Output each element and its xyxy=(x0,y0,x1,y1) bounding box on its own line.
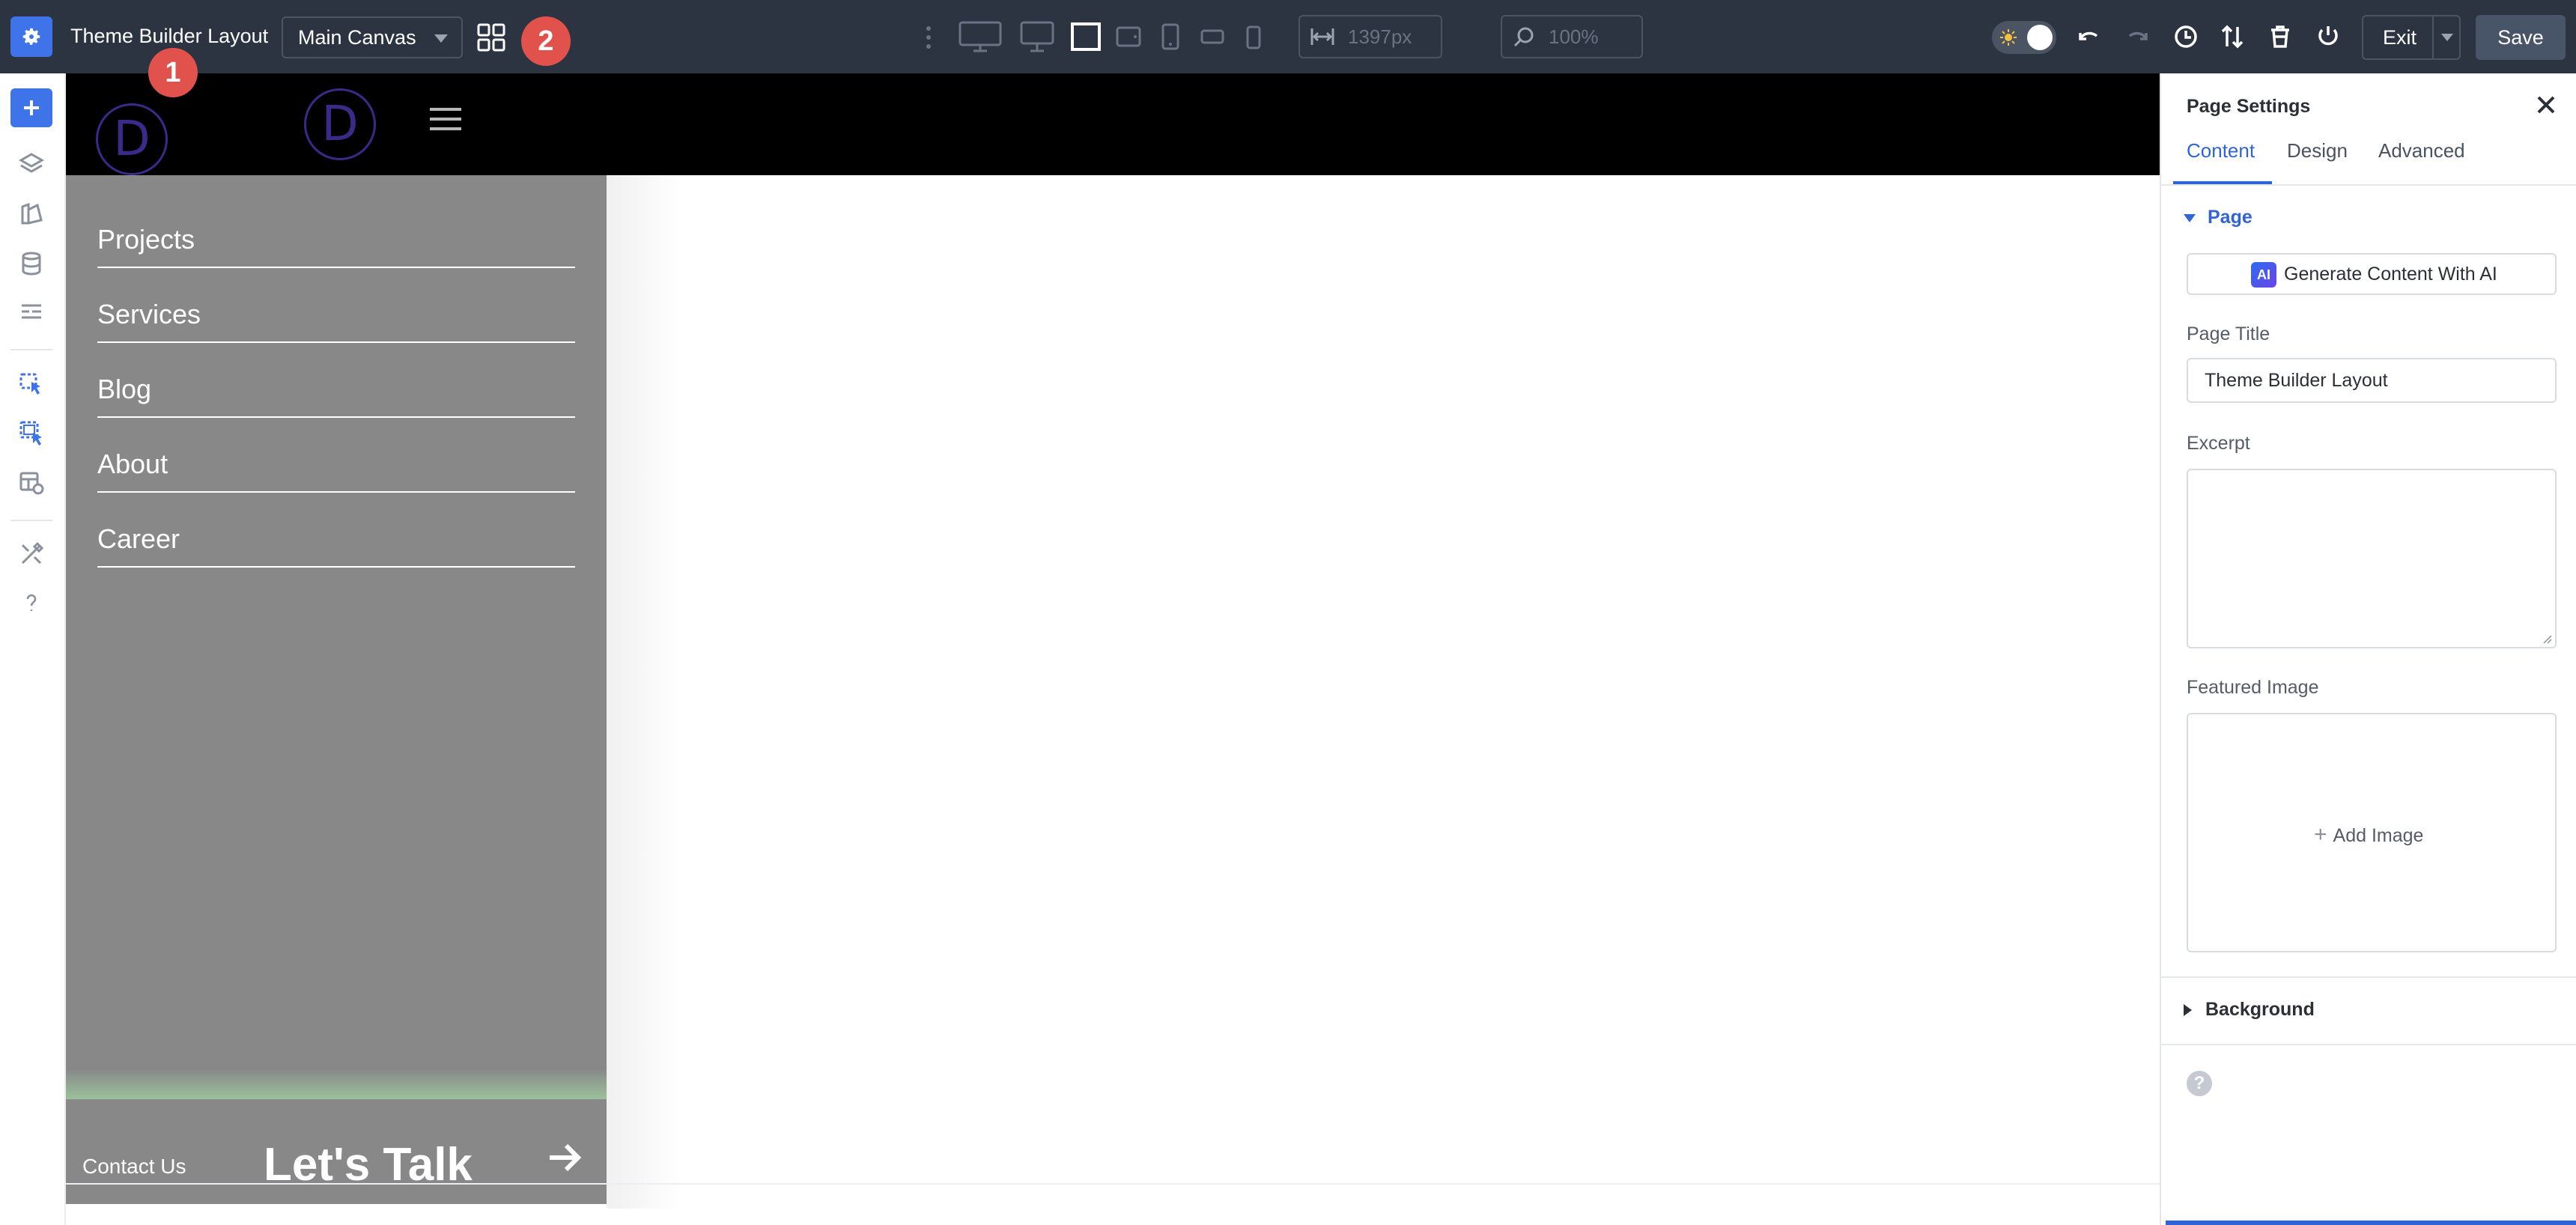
import-export-icon[interactable] xyxy=(2218,22,2247,51)
template-settings-icon[interactable] xyxy=(18,469,45,496)
grid-icon xyxy=(477,23,505,52)
design-library-icon[interactable] xyxy=(18,201,45,228)
power-icon[interactable] xyxy=(2314,22,2342,51)
resize-width-icon xyxy=(1310,28,1334,45)
toggle-knob xyxy=(2027,25,2053,50)
resize-grip-icon[interactable] xyxy=(2542,633,2552,644)
menu-item-about[interactable]: About xyxy=(97,418,575,493)
section-page-toggle[interactable]: Page xyxy=(2184,207,2253,228)
layout-title: Theme Builder Layout xyxy=(70,25,269,47)
builder-settings-button[interactable] xyxy=(10,16,52,57)
site-logo-secondary[interactable]: D xyxy=(304,88,376,160)
featured-image-dropzone[interactable]: + Add Image xyxy=(2187,713,2557,952)
phone-landscape-view-icon[interactable] xyxy=(1200,21,1225,52)
tab-content[interactable]: Content xyxy=(2187,139,2255,162)
panel-title: Page Settings xyxy=(2187,96,2311,117)
menu-item-blog[interactable]: Blog xyxy=(97,343,575,418)
page-title-label: Page Title xyxy=(2187,323,2270,344)
contact-glow xyxy=(66,1069,607,1099)
phone-portrait-view-icon[interactable] xyxy=(1245,21,1263,52)
top-toolbar: Theme Builder Layout Main Canvas 2 1397p… xyxy=(0,0,2576,73)
help-icon[interactable] xyxy=(18,590,45,617)
gear-icon xyxy=(22,28,40,45)
exit-button[interactable]: Exit xyxy=(2362,15,2461,60)
zoom-value: 100% xyxy=(1549,25,1599,48)
close-icon[interactable] xyxy=(2534,93,2558,117)
plus-icon: + xyxy=(2314,822,2327,847)
page-structure-icon[interactable] xyxy=(18,300,45,326)
page-settings-panel: Page Settings Content Design Advanced Pa… xyxy=(2160,73,2576,1225)
menu-item-projects[interactable]: Projects xyxy=(97,193,575,268)
wide-desktop-view-icon[interactable] xyxy=(959,21,1002,52)
arrow-right-icon[interactable] xyxy=(545,1138,584,1177)
caret-right-icon xyxy=(2184,1004,2192,1017)
step-badge-1: 1 xyxy=(148,48,198,97)
generate-ai-button[interactable]: AI Generate Content With AI xyxy=(2187,253,2557,295)
laptop-view-icon-active[interactable] xyxy=(1071,21,1101,52)
light-dark-mode-toggle[interactable] xyxy=(1992,21,2056,54)
undo-icon[interactable] xyxy=(2074,22,2103,51)
database-icon[interactable] xyxy=(18,250,45,277)
tab-advanced[interactable]: Advanced xyxy=(2378,139,2465,162)
add-image-label: Add Image xyxy=(2333,825,2424,846)
caret-down-icon xyxy=(2184,213,2196,222)
click-interaction-icon[interactable] xyxy=(18,370,45,397)
section-divider xyxy=(2161,976,2576,978)
rail-divider xyxy=(10,349,52,350)
tablet-portrait-view-icon[interactable] xyxy=(1161,21,1180,52)
desktop-view-icon[interactable] xyxy=(1020,21,1054,52)
menu-item-career[interactable]: Career xyxy=(97,493,575,568)
contact-us-label: Contact Us xyxy=(82,1155,186,1178)
section-page-label: Page xyxy=(2208,207,2253,228)
exit-label: Exit xyxy=(2383,26,2417,49)
plus-icon xyxy=(24,100,39,115)
canvas-select-value: Main Canvas xyxy=(298,26,416,49)
more-vertical-icon[interactable] xyxy=(926,25,932,49)
rail-divider xyxy=(10,520,52,521)
chevron-down-icon xyxy=(434,34,448,43)
canvases-grid-button[interactable] xyxy=(476,22,506,52)
canvas-width-value: 1397px xyxy=(1348,25,1412,48)
mobile-nav-menu: Projects Services Blog About Career xyxy=(66,175,607,1182)
excerpt-label: Excerpt xyxy=(2187,433,2250,454)
tabs-divider xyxy=(2161,184,2576,186)
site-header: D D xyxy=(66,73,2160,175)
exit-split-divider xyxy=(2432,16,2434,58)
redo-icon[interactable] xyxy=(2124,22,2152,51)
tools-icon[interactable] xyxy=(18,541,45,568)
section-divider xyxy=(2161,1044,2576,1045)
clear-layout-icon[interactable] xyxy=(2266,22,2294,51)
menu-shadow xyxy=(607,175,681,1209)
menu-item-services[interactable]: Services xyxy=(97,268,575,343)
canvas-divider xyxy=(66,1183,2160,1185)
canvas-select[interactable]: Main Canvas xyxy=(282,16,463,58)
multi-select-icon[interactable] xyxy=(18,419,45,446)
zoom-icon xyxy=(1513,27,1534,47)
exit-dropdown-icon[interactable] xyxy=(2441,34,2453,41)
canvas-width-field[interactable]: 1397px xyxy=(1298,15,1442,58)
tab-design[interactable]: Design xyxy=(2287,139,2348,162)
builder-canvas[interactable]: D D Projects Services Blog About Career … xyxy=(66,73,2160,1225)
section-background-label: Background xyxy=(2205,999,2315,1020)
zoom-field[interactable]: 100% xyxy=(1501,15,1643,58)
panel-bottom-accent xyxy=(2166,1221,2576,1225)
add-element-button[interactable] xyxy=(10,88,52,127)
sun-icon xyxy=(2000,29,2017,46)
excerpt-textarea[interactable] xyxy=(2187,469,2557,648)
featured-image-label: Featured Image xyxy=(2187,677,2319,698)
section-background-toggle[interactable]: Background xyxy=(2184,999,2315,1021)
tablet-landscape-view-icon[interactable] xyxy=(1116,21,1141,52)
history-icon[interactable] xyxy=(2172,22,2200,51)
hamburger-menu-icon[interactable] xyxy=(430,108,461,133)
ai-icon: AI xyxy=(2251,262,2276,288)
generate-ai-label: Generate Content With AI xyxy=(2284,264,2497,285)
step-badge-2: 2 xyxy=(521,16,571,66)
layers-icon[interactable] xyxy=(18,151,45,178)
left-toolbar xyxy=(0,73,66,1225)
site-logo[interactable]: D xyxy=(96,103,168,175)
page-title-input[interactable]: Theme Builder Layout xyxy=(2187,358,2557,403)
save-button[interactable]: Save xyxy=(2476,15,2566,60)
add-image-button[interactable]: + Add Image xyxy=(2314,822,2423,848)
help-circle-icon[interactable]: ? xyxy=(2187,1071,2212,1096)
